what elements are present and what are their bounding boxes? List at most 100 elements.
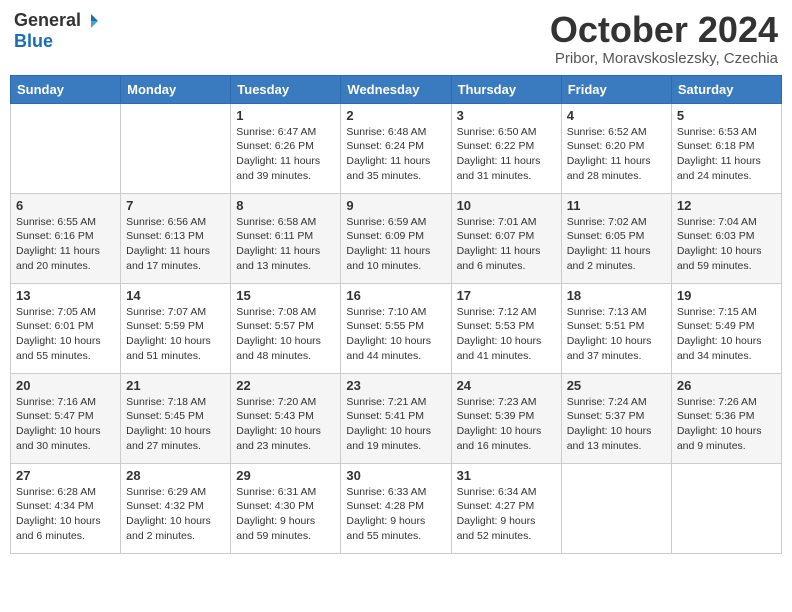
table-row: 25 Sunrise: 7:24 AMSunset: 5:37 PMDayligh… (561, 373, 671, 463)
day-info: Sunrise: 6:56 AMSunset: 6:13 PMDaylight:… (126, 215, 225, 274)
day-number: 21 (126, 378, 225, 393)
day-info: Sunrise: 6:28 AMSunset: 4:34 PMDaylight:… (16, 485, 115, 544)
table-row: 27 Sunrise: 6:28 AMSunset: 4:34 PMDayligh… (11, 463, 121, 553)
day-number: 28 (126, 468, 225, 483)
day-number: 10 (457, 198, 556, 213)
day-number: 6 (16, 198, 115, 213)
day-info: Sunrise: 7:12 AMSunset: 5:53 PMDaylight:… (457, 305, 556, 364)
logo-blue: Blue (14, 31, 53, 52)
table-row: 10 Sunrise: 7:01 AMSunset: 6:07 PMDayligh… (451, 193, 561, 283)
calendar-week-row: 20Sunrise: 7:16 AMSunset: 5:47 PMDayligh… (11, 373, 782, 463)
table-row: 20Sunrise: 7:16 AMSunset: 5:47 PMDayligh… (11, 373, 121, 463)
day-info: Sunrise: 7:07 AMSunset: 5:59 PMDaylight:… (126, 305, 225, 364)
month-title: October 2024 (550, 10, 778, 50)
day-number: 19 (677, 288, 776, 303)
day-info: Sunrise: 7:05 AMSunset: 6:01 PMDaylight:… (16, 305, 115, 364)
day-number: 9 (346, 198, 445, 213)
table-row: 3 Sunrise: 6:50 AMSunset: 6:22 PMDaylight… (451, 103, 561, 193)
table-row: 17 Sunrise: 7:12 AMSunset: 5:53 PMDayligh… (451, 283, 561, 373)
logo-text: General (14, 10, 101, 31)
day-info: Sunrise: 7:24 AMSunset: 5:37 PMDaylight:… (567, 395, 666, 454)
day-info: Sunrise: 7:01 AMSunset: 6:07 PMDaylight:… (457, 215, 556, 274)
table-row: 26 Sunrise: 7:26 AMSunset: 5:36 PMDayligh… (671, 373, 781, 463)
location: Pribor, Moravskoslezsky, Czechia (550, 50, 778, 67)
day-number: 11 (567, 198, 666, 213)
page-header: General Blue October 2024 Pribor, Moravs… (10, 10, 782, 67)
day-info: Sunrise: 7:04 AMSunset: 6:03 PMDaylight:… (677, 215, 776, 274)
day-info: Sunrise: 7:16 AMSunset: 5:47 PMDaylight:… (16, 395, 115, 454)
day-info: Sunrise: 6:29 AMSunset: 4:32 PMDaylight:… (126, 485, 225, 544)
header-saturday: Saturday (671, 75, 781, 103)
table-row: 24Sunrise: 7:23 AMSunset: 5:39 PMDayligh… (451, 373, 561, 463)
calendar-week-row: 6 Sunrise: 6:55 AMSunset: 6:16 PMDaylight… (11, 193, 782, 283)
day-info: Sunrise: 6:48 AMSunset: 6:24 PMDaylight:… (346, 125, 445, 184)
day-info: Sunrise: 6:55 AMSunset: 6:16 PMDaylight:… (16, 215, 115, 274)
day-number: 3 (457, 108, 556, 123)
day-info: Sunrise: 7:26 AMSunset: 5:36 PMDaylight:… (677, 395, 776, 454)
table-row: 2 Sunrise: 6:48 AMSunset: 6:24 PMDaylight… (341, 103, 451, 193)
table-row: 8Sunrise: 6:58 AMSunset: 6:11 PMDaylight… (231, 193, 341, 283)
header-tuesday: Tuesday (231, 75, 341, 103)
day-info: Sunrise: 6:33 AMSunset: 4:28 PMDaylight:… (346, 485, 445, 544)
table-row: 22 Sunrise: 7:20 AMSunset: 5:43 PMDayligh… (231, 373, 341, 463)
table-row: 31 Sunrise: 6:34 AMSunset: 4:27 PMDayligh… (451, 463, 561, 553)
day-number: 23 (346, 378, 445, 393)
day-info: Sunrise: 6:50 AMSunset: 6:22 PMDaylight:… (457, 125, 556, 184)
day-info: Sunrise: 7:13 AMSunset: 5:51 PMDaylight:… (567, 305, 666, 364)
day-number: 17 (457, 288, 556, 303)
calendar-table: Sunday Monday Tuesday Wednesday Thursday… (10, 75, 782, 554)
table-row: 4 Sunrise: 6:52 AMSunset: 6:20 PMDaylight… (561, 103, 671, 193)
table-row: 30 Sunrise: 6:33 AMSunset: 4:28 PMDayligh… (341, 463, 451, 553)
day-info: Sunrise: 6:34 AMSunset: 4:27 PMDaylight:… (457, 485, 556, 544)
table-row (121, 103, 231, 193)
day-number: 13 (16, 288, 115, 303)
day-number: 1 (236, 108, 335, 123)
table-row: 14 Sunrise: 7:07 AMSunset: 5:59 PMDayligh… (121, 283, 231, 373)
day-info: Sunrise: 7:20 AMSunset: 5:43 PMDaylight:… (236, 395, 335, 454)
day-number: 30 (346, 468, 445, 483)
logo: General Blue (14, 10, 101, 52)
table-row: 7 Sunrise: 6:56 AMSunset: 6:13 PMDaylight… (121, 193, 231, 283)
calendar-week-row: 27 Sunrise: 6:28 AMSunset: 4:34 PMDayligh… (11, 463, 782, 553)
day-number: 22 (236, 378, 335, 393)
table-row: 23Sunrise: 7:21 AMSunset: 5:41 PMDayligh… (341, 373, 451, 463)
table-row (11, 103, 121, 193)
header-wednesday: Wednesday (341, 75, 451, 103)
day-number: 7 (126, 198, 225, 213)
header-thursday: Thursday (451, 75, 561, 103)
day-number: 12 (677, 198, 776, 213)
day-info: Sunrise: 6:58 AMSunset: 6:11 PMDaylight:… (236, 215, 335, 274)
day-number: 27 (16, 468, 115, 483)
title-section: October 2024 Pribor, Moravskoslezsky, Cz… (550, 10, 778, 67)
table-row: 18Sunrise: 7:13 AMSunset: 5:51 PMDayligh… (561, 283, 671, 373)
day-number: 5 (677, 108, 776, 123)
table-row: 12 Sunrise: 7:04 AMSunset: 6:03 PMDayligh… (671, 193, 781, 283)
day-number: 31 (457, 468, 556, 483)
day-info: Sunrise: 6:53 AMSunset: 6:18 PMDaylight:… (677, 125, 776, 184)
day-info: Sunrise: 6:47 AMSunset: 6:26 PMDaylight:… (236, 125, 335, 184)
day-info: Sunrise: 7:10 AMSunset: 5:55 PMDaylight:… (346, 305, 445, 364)
day-info: Sunrise: 7:08 AMSunset: 5:57 PMDaylight:… (236, 305, 335, 364)
header-monday: Monday (121, 75, 231, 103)
day-number: 25 (567, 378, 666, 393)
day-number: 4 (567, 108, 666, 123)
day-info: Sunrise: 6:52 AMSunset: 6:20 PMDaylight:… (567, 125, 666, 184)
day-number: 14 (126, 288, 225, 303)
table-row (671, 463, 781, 553)
logo-general: General (14, 10, 81, 31)
header-friday: Friday (561, 75, 671, 103)
calendar-week-row: 13 Sunrise: 7:05 AMSunset: 6:01 PMDayligh… (11, 283, 782, 373)
table-row: 11Sunrise: 7:02 AMSunset: 6:05 PMDayligh… (561, 193, 671, 283)
table-row: 15 Sunrise: 7:08 AMSunset: 5:57 PMDayligh… (231, 283, 341, 373)
header-sunday: Sunday (11, 75, 121, 103)
table-row: 28 Sunrise: 6:29 AMSunset: 4:32 PMDayligh… (121, 463, 231, 553)
day-number: 26 (677, 378, 776, 393)
day-info: Sunrise: 7:15 AMSunset: 5:49 PMDaylight:… (677, 305, 776, 364)
day-number: 15 (236, 288, 335, 303)
table-row: 29Sunrise: 6:31 AMSunset: 4:30 PMDayligh… (231, 463, 341, 553)
table-row: 9Sunrise: 6:59 AMSunset: 6:09 PMDaylight… (341, 193, 451, 283)
table-row: 6 Sunrise: 6:55 AMSunset: 6:16 PMDaylight… (11, 193, 121, 283)
calendar-week-row: 1 Sunrise: 6:47 AMSunset: 6:26 PMDaylight… (11, 103, 782, 193)
table-row (561, 463, 671, 553)
day-number: 2 (346, 108, 445, 123)
